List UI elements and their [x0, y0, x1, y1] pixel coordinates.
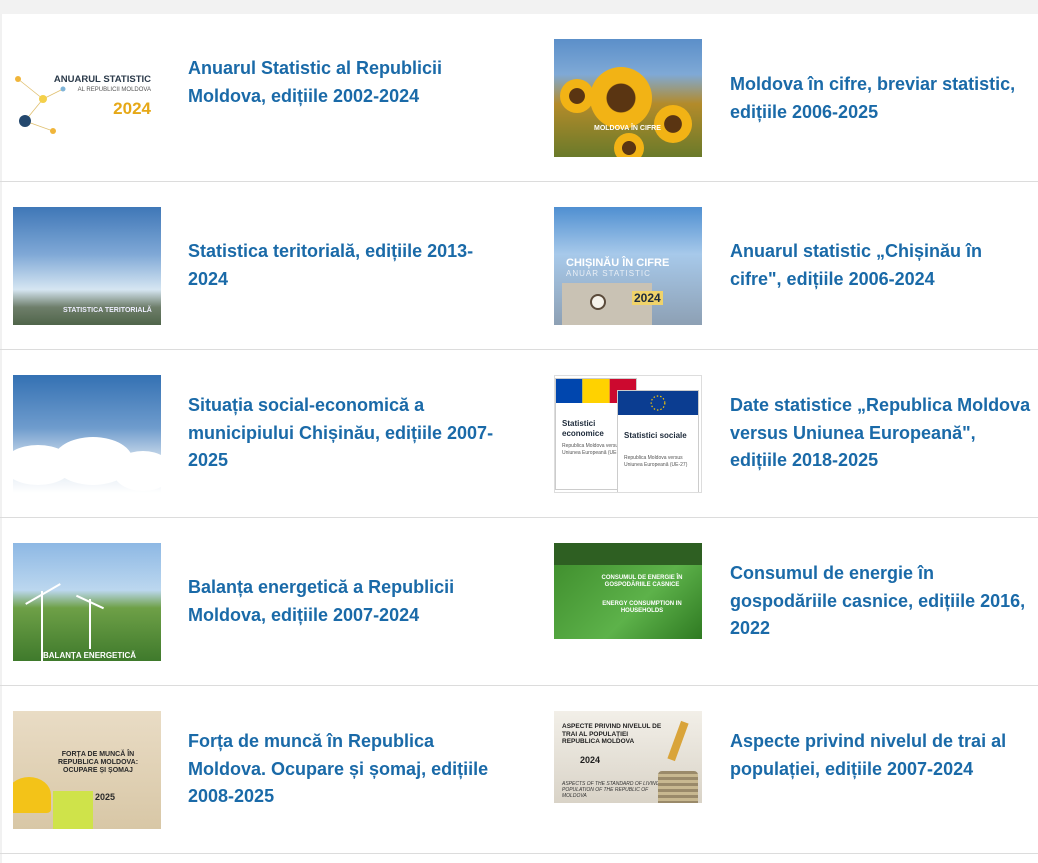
cover-subheading: ENERGY CONSUMPTION IN HOUSEHOLDS: [602, 601, 682, 614]
top-band: [0, 0, 1038, 14]
publications-row: BALANȚA ENERGETICĂ Balanța energetică a …: [0, 518, 1038, 686]
balanta-energetica-thumbnail[interactable]: BALANȚA ENERGETICĂ: [13, 542, 161, 661]
situatia-social-economica-thumbnail[interactable]: SITUAȚIA SOCIAL-ECONOMICĂ A MUNICIPIULUI…: [13, 374, 161, 493]
anuarul-statistic-thumbnail[interactable]: ANUARUL STATISTIC AL REPUBLICII MOLDOVA …: [13, 38, 161, 157]
publications-row: SITUAȚIA SOCIAL-ECONOMICĂ A MUNICIPIULUI…: [0, 350, 1038, 518]
sunflower-shape: [560, 78, 594, 113]
card-subtitle: Republica Moldova versus Uniunea Europea…: [624, 454, 688, 468]
cover-year: 2024: [632, 290, 663, 305]
statistica-teritoriala-thumbnail[interactable]: STATISTICA TERITORIALĂ: [13, 206, 161, 325]
cover-heading: STATISTICA TERITORIALĂ: [63, 306, 152, 314]
publication-title-link[interactable]: Consumul de energie în gospodăriile casn…: [730, 560, 1035, 643]
publication-item: Statistici economice Republica Moldova v…: [540, 350, 1038, 517]
cover-heading: SITUAȚIA SOCIAL-ECONOMICĂ A MUNICIPIULUI…: [23, 461, 161, 476]
moldova-in-cifre-thumbnail[interactable]: MOLDOVA ÎN CIFRE: [554, 38, 702, 157]
chisinau-in-cifre-thumbnail[interactable]: CHIȘINĂU ÎN CIFRE ANUAR STATISTIC 2024: [554, 206, 702, 325]
nivelul-de-trai-thumbnail[interactable]: ASPECTE PRIVIND NIVELUL DE TRAI AL POPUL…: [554, 711, 702, 803]
publication-title-link[interactable]: Date statistice „Republica Moldova versu…: [730, 392, 1035, 475]
publication-item: STATISTICA TERITORIALĂ Statistica terito…: [0, 182, 540, 349]
sunflower-shape: [654, 104, 692, 143]
network-graphic: [15, 75, 66, 134]
cover-heading: MOLDOVA ÎN CIFRE: [594, 124, 661, 132]
publication-item: CHIȘINĂU ÎN CIFRE ANUAR STATISTIC 2024 A…: [540, 182, 1038, 349]
publication-title-link[interactable]: Balanța energetică a Republicii Moldova,…: [188, 574, 508, 629]
sunflower-shape: [590, 66, 652, 129]
cover-heading: CHIȘINĂU ÎN CIFRE: [566, 256, 670, 269]
helmet-shape: [13, 776, 51, 813]
cover-year: 2024: [580, 755, 601, 765]
cover-heading: BALANȚA ENERGETICĂ: [43, 650, 137, 660]
clock-icon: [590, 293, 606, 310]
cover-band: [554, 543, 702, 565]
publication-title-link[interactable]: Situația social-economică a municipiului…: [188, 392, 508, 475]
cover-heading: FORȚA DE MUNCĂ ÎN REPUBLICA MOLDOVA: OCU…: [57, 750, 139, 774]
pencil-shape: [667, 720, 689, 762]
publication-item: FORȚA DE MUNCĂ ÎN REPUBLICA MOLDOVA: OCU…: [0, 686, 540, 853]
publication-item: BALANȚA ENERGETICĂ Balanța energetică a …: [0, 518, 540, 685]
cover-subheading: ASPECTS OF THE STANDARD OF LIVING OF POP…: [562, 781, 668, 799]
cover-year: 2025: [94, 791, 116, 802]
publications-grid: ANUARUL STATISTIC AL REPUBLICII MOLDOVA …: [0, 14, 1038, 854]
forta-de-munca-thumbnail[interactable]: FORȚA DE MUNCĂ ÎN REPUBLICA MOLDOVA: OCU…: [13, 710, 161, 829]
publication-title-link[interactable]: Aspecte privind nivelul de trai al popul…: [730, 728, 1035, 783]
wind-turbine-icon: [89, 598, 91, 649]
publication-item: CONSUMUL DE ENERGIE ÎN GOSPODĂRIILE CASN…: [540, 518, 1038, 685]
moldova-versus-ue-thumbnail[interactable]: Statistici economice Republica Moldova v…: [554, 374, 702, 493]
publication-title-link[interactable]: Statistica teritorială, edițiile 2013-20…: [188, 238, 508, 293]
publication-title-link[interactable]: Anuarul statistic „Chișinău în cifre", e…: [730, 238, 1035, 293]
publications-row: FORȚA DE MUNCĂ ÎN REPUBLICA MOLDOVA: OCU…: [0, 686, 1038, 854]
cover-year: 2024: [113, 98, 151, 118]
publication-item: ASPECTE PRIVIND NIVELUL DE TRAI AL POPUL…: [540, 686, 1038, 853]
publication-title-link[interactable]: Anuarul Statistic al Republicii Moldova,…: [188, 55, 508, 110]
cover-heading: ASPECTE PRIVIND NIVELUL DE TRAI AL POPUL…: [562, 723, 662, 745]
publications-page: ANUARUL STATISTIC AL REPUBLICII MOLDOVA …: [0, 0, 1038, 863]
publication-title-link[interactable]: Forța de muncă în Republica Moldova. Ocu…: [188, 728, 508, 811]
coins-shape: [658, 771, 698, 803]
card-title: Statistici sociale: [624, 430, 687, 440]
consumul-energie-thumbnail[interactable]: CONSUMUL DE ENERGIE ÎN GOSPODĂRIILE CASN…: [554, 543, 702, 639]
cover-subheading: ANUAR STATISTIC: [566, 268, 651, 278]
cover-card: Statistici sociale Republica Moldova ver…: [617, 389, 699, 492]
cover-heading: CONSUMUL DE ENERGIE ÎN GOSPODĂRIILE CASN…: [601, 575, 683, 588]
publications-row: ANUARUL STATISTIC AL REPUBLICII MOLDOVA …: [0, 14, 1038, 182]
cover-heading: ANUARUL STATISTIC: [53, 73, 151, 85]
publication-title-link[interactable]: Moldova în cifre, breviar statistic, edi…: [730, 71, 1035, 126]
sunflower-shape: [614, 132, 644, 157]
publication-item: ANUARUL STATISTIC AL REPUBLICII MOLDOVA …: [0, 14, 540, 181]
turbine-blade: [25, 582, 61, 605]
publication-item: MOLDOVA ÎN CIFRE Moldova în cifre, brevi…: [540, 14, 1038, 181]
cover-subheading: AL REPUBLICII MOLDOVA: [77, 86, 151, 93]
publications-row: STATISTICA TERITORIALĂ Statistica terito…: [0, 182, 1038, 350]
publication-item: SITUAȚIA SOCIAL-ECONOMICĂ A MUNICIPIULUI…: [0, 350, 540, 517]
eu-flag-icon: [618, 390, 698, 415]
